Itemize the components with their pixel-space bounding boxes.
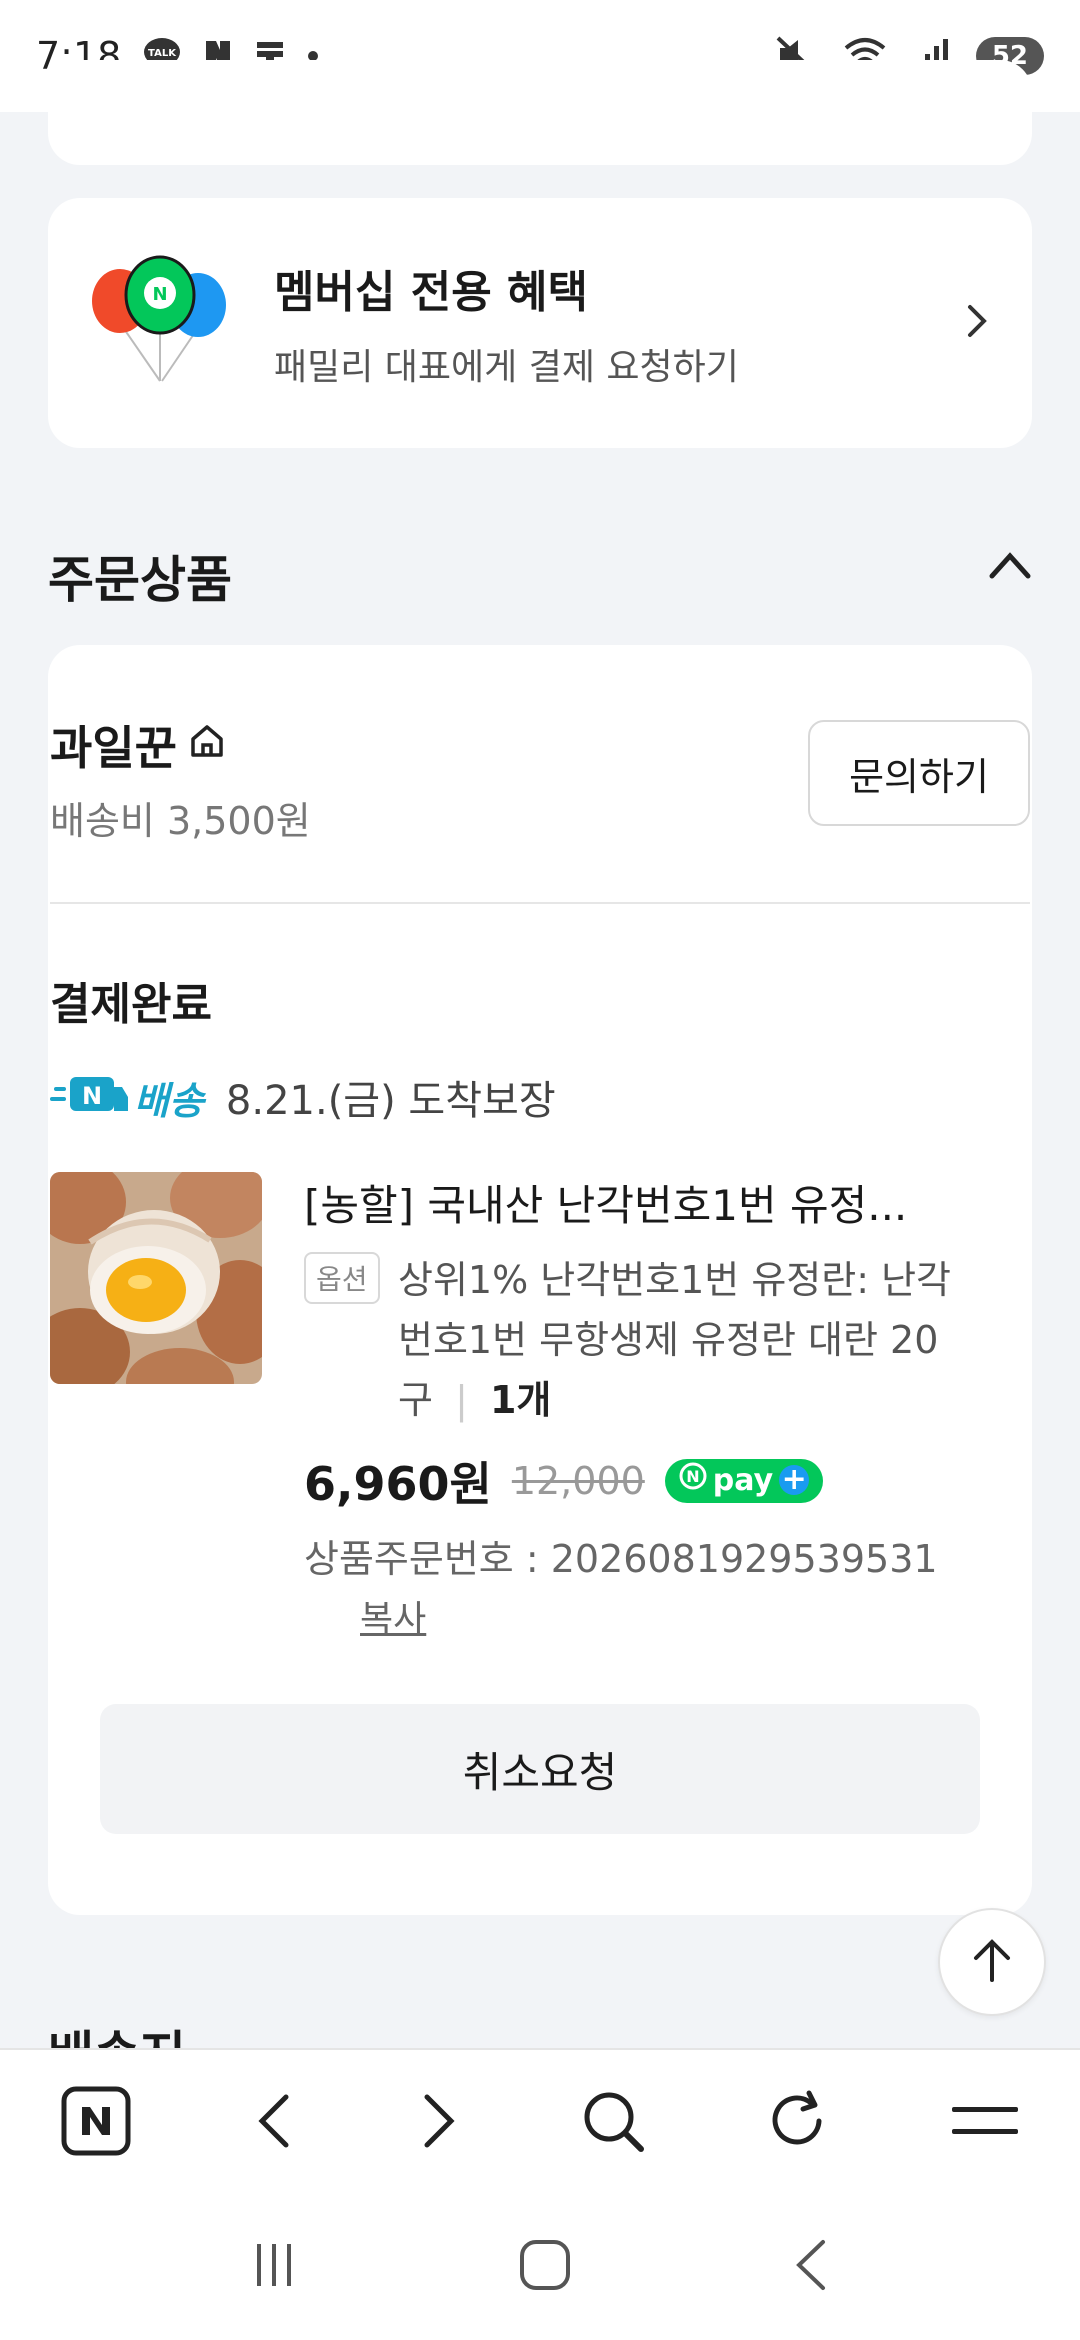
svg-text:TALK: TALK [148, 48, 177, 59]
price: 6,960원 [304, 1457, 492, 1511]
shipping-address-section-title: 배송지 [48, 2010, 186, 2050]
naver-home-icon[interactable] [60, 2085, 132, 2161]
system-navigation-bar [0, 2194, 1080, 2340]
option-text: 상위1% 난각번호1번 유정란: 난각번호1번 무항생제 유정란 대란 20구 … [398, 1250, 958, 1430]
npay-n-icon: N [679, 1462, 707, 1498]
previous-card [48, 60, 1032, 165]
home-icon [187, 718, 227, 772]
menu-icon[interactable] [950, 2101, 1020, 2145]
svg-text:N: N [152, 284, 167, 305]
option-description: 상위1% 난각번호1번 유정란: 난각번호1번 무항생제 유정란 대란 20구 [398, 1258, 952, 1422]
product-order-number: 상품주문번호 : 2026081929539531 [304, 1537, 938, 1581]
payment-status: 결제완료 [50, 979, 212, 1030]
recent-apps-icon[interactable] [249, 2240, 299, 2294]
cancel-request-button[interactable]: 취소요청 [100, 1704, 980, 1834]
original-price: 12,000 [511, 1459, 645, 1503]
product-thumbnail[interactable] [50, 1172, 262, 1384]
back-icon[interactable] [252, 2091, 296, 2155]
quantity-separator: | [455, 1378, 468, 1422]
shipping-fee: 배송비 3,500원 [50, 799, 311, 843]
arrow-up-icon [970, 1936, 1014, 1988]
npay-plus-badge: N pay + [664, 1459, 824, 1503]
system-back-icon[interactable] [791, 2238, 831, 2296]
inquiry-button[interactable]: 문의하기 [808, 720, 1030, 826]
delivery-label: 배송 [134, 1078, 204, 1123]
svg-text:N: N [686, 1467, 699, 1486]
delivery-date: 8.21.(금) 도착보장 [225, 1078, 556, 1124]
delivery-truck-icon: N [50, 1073, 130, 1121]
chevron-right-icon [966, 303, 990, 343]
svg-text:N: N [82, 1082, 102, 1110]
home-button-icon[interactable] [518, 2238, 572, 2296]
option-tag: 옵션 [304, 1252, 380, 1304]
seller-name-label: 과일꾼 [50, 721, 177, 775]
membership-title: 멤버십 전용 혜택 [274, 267, 588, 318]
browser-toolbar [0, 2048, 1080, 2196]
delivery-info: N 배송 8.21.(금) 도착보장 [50, 1068, 556, 1126]
quantity: 1개 [489, 1378, 552, 1422]
forward-icon[interactable] [417, 2091, 461, 2155]
plus-icon: + [779, 1465, 810, 1495]
membership-benefit-card[interactable]: N 멤버십 전용 혜택 패밀리 대표에게 결제 요청하기 [48, 198, 1032, 448]
npay-label: pay [712, 1462, 774, 1498]
search-icon[interactable] [581, 2089, 645, 2157]
order-section-title: 주문상품 [48, 551, 232, 609]
scroll-to-top-button[interactable] [938, 1908, 1046, 2016]
divider [50, 902, 1030, 904]
price-row: 6,960원 12,000 N pay + [304, 1448, 824, 1514]
refresh-icon[interactable] [765, 2089, 829, 2157]
seller-name[interactable]: 과일꾼 [50, 712, 227, 778]
balloons-icon: N [90, 253, 230, 393]
product-name[interactable]: [농할] 국내산 난각번호1번 유정... [304, 1172, 944, 1233]
membership-subtitle: 패밀리 대표에게 결제 요청하기 [274, 347, 739, 388]
chevron-up-icon[interactable] [988, 550, 1032, 584]
copy-order-number-link[interactable]: 복사 [360, 1590, 426, 1642]
